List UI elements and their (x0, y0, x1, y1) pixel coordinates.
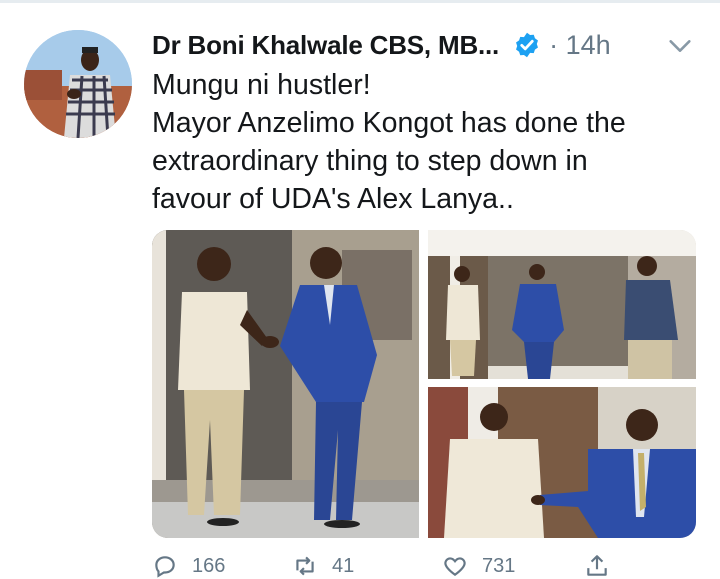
like-button[interactable]: 731 (442, 553, 515, 579)
avatar[interactable] (24, 30, 132, 138)
avatar-photo (24, 30, 132, 138)
photo-laughing[interactable] (428, 387, 696, 538)
tweet-timestamp[interactable]: · 14h (549, 30, 611, 61)
tweet-text-line: Mayor Anzelimo Kongot has done the (152, 107, 626, 139)
photo-handshake[interactable] (152, 230, 419, 538)
tweet-text-line: favour of UDA's Alex Lanya.. (152, 183, 514, 215)
photo-handshake-image (152, 230, 419, 538)
like-count: 731 (482, 554, 516, 577)
tweet-text: Mungu ni hustler! Mayor Anzelimo Kongot … (152, 66, 697, 218)
tweet-text-line: Mungu ni hustler! (152, 69, 371, 101)
reply-count: 166 (192, 554, 226, 577)
share-icon (587, 555, 607, 576)
share-button[interactable] (584, 553, 610, 579)
tweet-time[interactable]: 14h (566, 30, 611, 60)
retweet-icon (296, 556, 314, 576)
tweet-text-line: extraordinary thing to step down in (152, 145, 588, 177)
photo-three-men-image (428, 230, 696, 379)
reply-button[interactable]: 166 (152, 553, 225, 579)
heart-icon (444, 557, 466, 576)
photo-three-men[interactable] (428, 230, 696, 379)
top-divider (0, 0, 720, 3)
retweet-count: 41 (332, 554, 355, 577)
retweet-button[interactable]: 41 (292, 553, 354, 579)
tweet-header: Dr Boni Khalwale CBS, MB... · 14h (152, 26, 700, 64)
media-grid (152, 230, 696, 538)
photo-laughing-image (428, 387, 696, 538)
tweet-actions: 166 41 731 (152, 553, 697, 578)
author-name[interactable]: Dr Boni Khalwale CBS, MB... (152, 30, 499, 61)
chevron-down-icon[interactable] (666, 32, 694, 60)
verified-badge-icon (516, 32, 539, 58)
reply-icon (155, 556, 175, 578)
